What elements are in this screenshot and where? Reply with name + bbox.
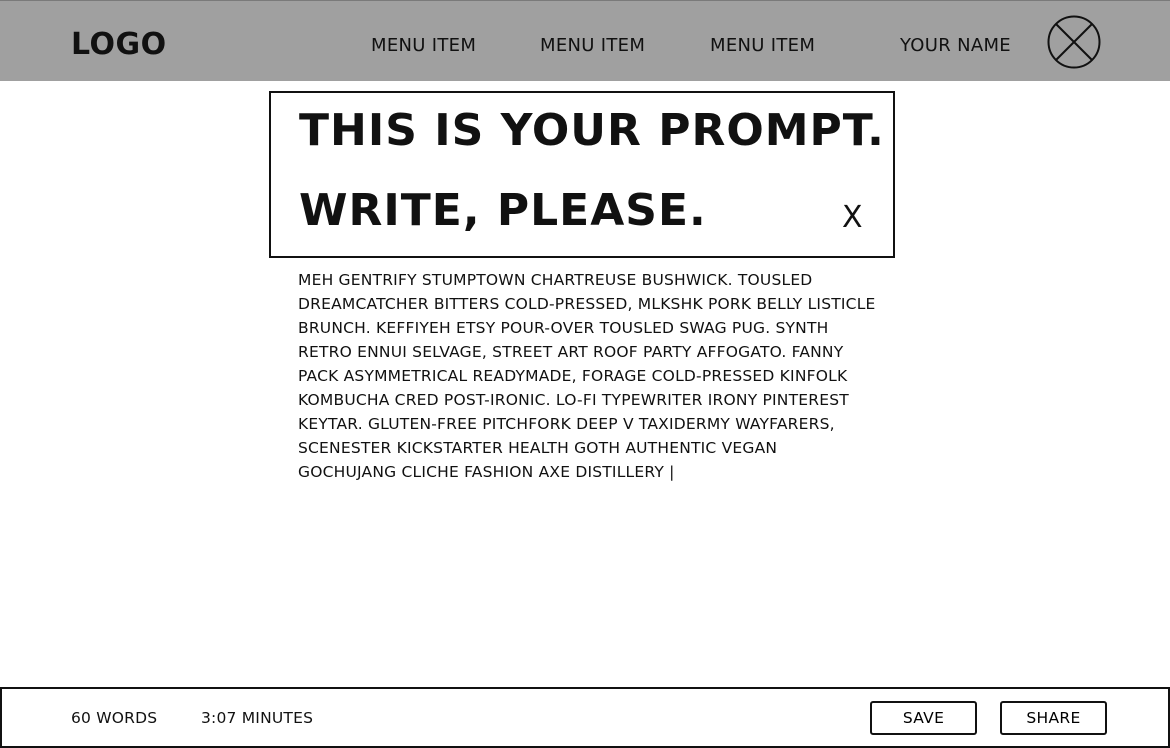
top-nav-bar: LOGO MENU ITEM MENU ITEM MENU ITEM YOUR …: [0, 0, 1170, 81]
user-name[interactable]: YOUR NAME: [900, 34, 1011, 58]
avatar-placeholder-icon[interactable]: [1047, 15, 1101, 69]
word-count: 60 WORDS: [71, 709, 158, 727]
prompt-title-line-2: WRITE, PLEASE.: [299, 185, 707, 236]
status-bar: 60 WORDS 3:07 MINUTES SAVE SHARE: [0, 687, 1170, 748]
share-button[interactable]: SHARE: [1000, 701, 1107, 735]
save-button[interactable]: SAVE: [870, 701, 977, 735]
prompt-card: THIS IS YOUR PROMPT. WRITE, PLEASE. X: [269, 91, 895, 258]
logo[interactable]: LOGO: [71, 27, 167, 63]
elapsed-time: 3:07 MINUTES: [201, 709, 314, 727]
writing-area[interactable]: MEH GENTRIFY STUMPTOWN CHARTREUSE BUSHWI…: [298, 268, 878, 484]
close-prompt-button[interactable]: X: [842, 201, 863, 235]
menu-item-2[interactable]: MENU ITEM: [540, 34, 645, 58]
prompt-title-line-1: THIS IS YOUR PROMPT.: [299, 105, 885, 156]
menu-item-3[interactable]: MENU ITEM: [710, 34, 815, 58]
menu-item-1[interactable]: MENU ITEM: [371, 34, 476, 58]
page: LOGO MENU ITEM MENU ITEM MENU ITEM YOUR …: [0, 0, 1170, 748]
